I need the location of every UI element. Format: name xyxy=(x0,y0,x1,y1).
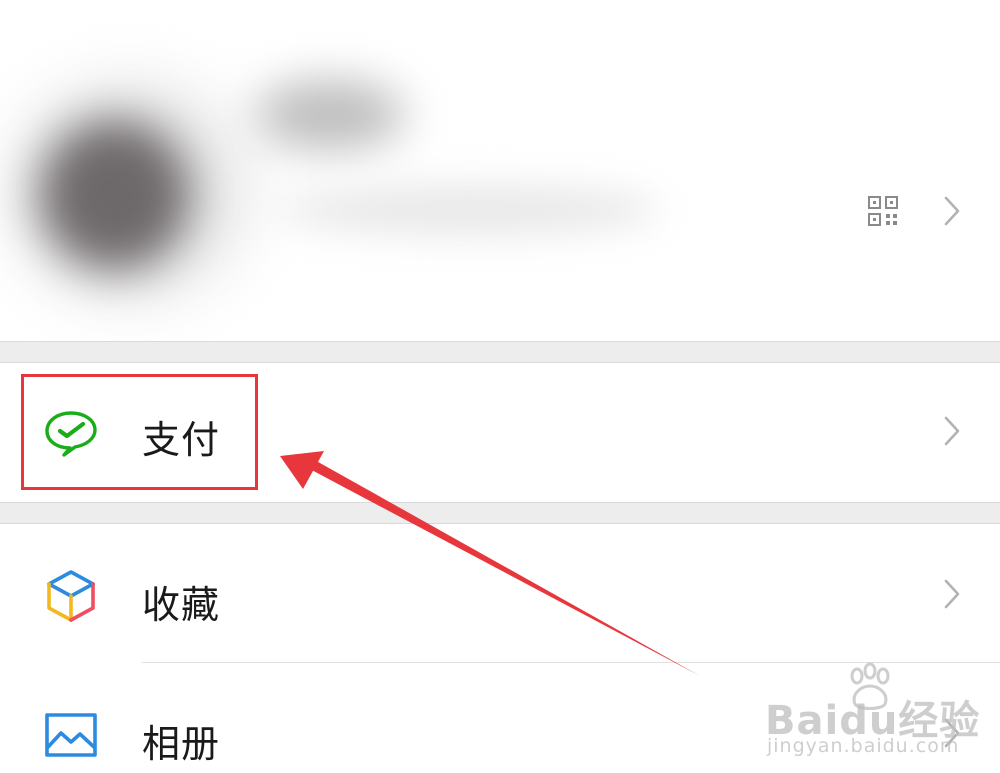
landscape-image-icon xyxy=(45,713,97,757)
menu-item-album-label: 相册 xyxy=(142,722,221,766)
chevron-right-icon xyxy=(944,196,960,226)
watermark-url: jingyan.baidu.com xyxy=(767,735,960,757)
section-divider xyxy=(0,341,1000,363)
profile-id-blurred xyxy=(280,185,660,235)
cube-icon xyxy=(47,570,95,622)
profile-name-blurred xyxy=(255,80,405,150)
avatar[interactable] xyxy=(40,120,190,270)
chevron-right-icon xyxy=(944,579,960,609)
qr-code-icon[interactable] xyxy=(867,195,899,227)
chevron-right-icon xyxy=(944,416,960,446)
menu-item-favorites-label: 收藏 xyxy=(142,583,221,627)
section-divider xyxy=(0,502,1000,524)
highlight-box xyxy=(21,374,258,490)
profile-header[interactable] xyxy=(0,0,1000,341)
baidu-watermark: Baidu经验 jingyan.baidu.com xyxy=(765,660,1000,773)
menu-item-favorites[interactable]: 收藏 xyxy=(0,524,1000,662)
